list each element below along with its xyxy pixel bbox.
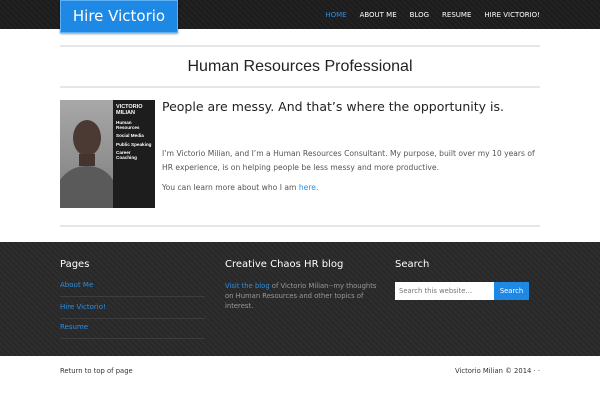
nav-resume[interactable]: RESUME — [442, 0, 471, 29]
intro-text: I’m Victorio Milian, and I’m a Human Res… — [162, 149, 535, 172]
search-widget-title: Search — [395, 259, 430, 270]
return-to-top-link[interactable]: Return to top of page — [60, 367, 133, 375]
widget-separator — [60, 318, 205, 319]
nav-about-me[interactable]: ABOUT ME — [360, 0, 397, 29]
pages-widget-title: Pages — [60, 259, 90, 270]
widget-separator — [60, 338, 205, 339]
divider-top — [60, 45, 540, 47]
blog-widget-text: Visit the blog of Victorio Milian--my th… — [225, 281, 385, 311]
footer-link-hire-victorio[interactable]: Hire Victorio! — [60, 303, 106, 311]
profile-skill: Human Resources — [116, 120, 140, 131]
footer-link-resume[interactable]: Resume — [60, 323, 88, 331]
profile-image: VICTORIO MILIAN Human Resources Social M… — [60, 100, 155, 208]
footer-link-about-me[interactable]: About Me — [60, 281, 93, 289]
search-input[interactable] — [395, 282, 494, 300]
divider-bottom — [60, 225, 540, 227]
portrait-photo — [60, 100, 113, 208]
nav-hire-victorio[interactable]: HIRE VICTORIO! — [484, 0, 540, 29]
profile-skill: Public Speaking — [116, 141, 152, 147]
learn-more-link[interactable]: here — [299, 183, 316, 192]
learn-more-suffix: . — [315, 183, 319, 192]
learn-more-prefix: You can learn more about who I am — [162, 183, 299, 192]
learn-more-text: You can learn more about who I am here. — [162, 183, 318, 192]
page-title: Human Resources Professional — [187, 58, 413, 75]
copyright-text: Victorio Milian © 2014 · · — [454, 367, 540, 375]
profile-skill: Social Media — [116, 133, 144, 139]
widget-separator — [60, 296, 205, 297]
headline: People are messy. And that’s where the o… — [162, 99, 504, 114]
divider-title — [60, 86, 540, 88]
nav-home[interactable]: HOME — [325, 0, 346, 29]
site-footer: Return to top of page Victorio Milian © … — [0, 356, 600, 400]
profile-skill: Career Coaching — [116, 149, 137, 161]
profile-name: VICTORIO MILIAN — [116, 104, 143, 116]
nav-blog[interactable]: BLOG — [410, 0, 429, 29]
visit-blog-link[interactable]: Visit the blog — [225, 282, 270, 290]
main-nav: HOME ABOUT ME BLOG RESUME HIRE VICTORIO! — [312, 0, 540, 29]
blog-widget-title: Creative Chaos HR blog — [225, 259, 344, 270]
search-button[interactable]: Search — [494, 282, 529, 300]
site-logo[interactable]: Hire Victorio — [60, 0, 178, 33]
profile-panel: VICTORIO MILIAN Human Resources Social M… — [113, 100, 155, 208]
